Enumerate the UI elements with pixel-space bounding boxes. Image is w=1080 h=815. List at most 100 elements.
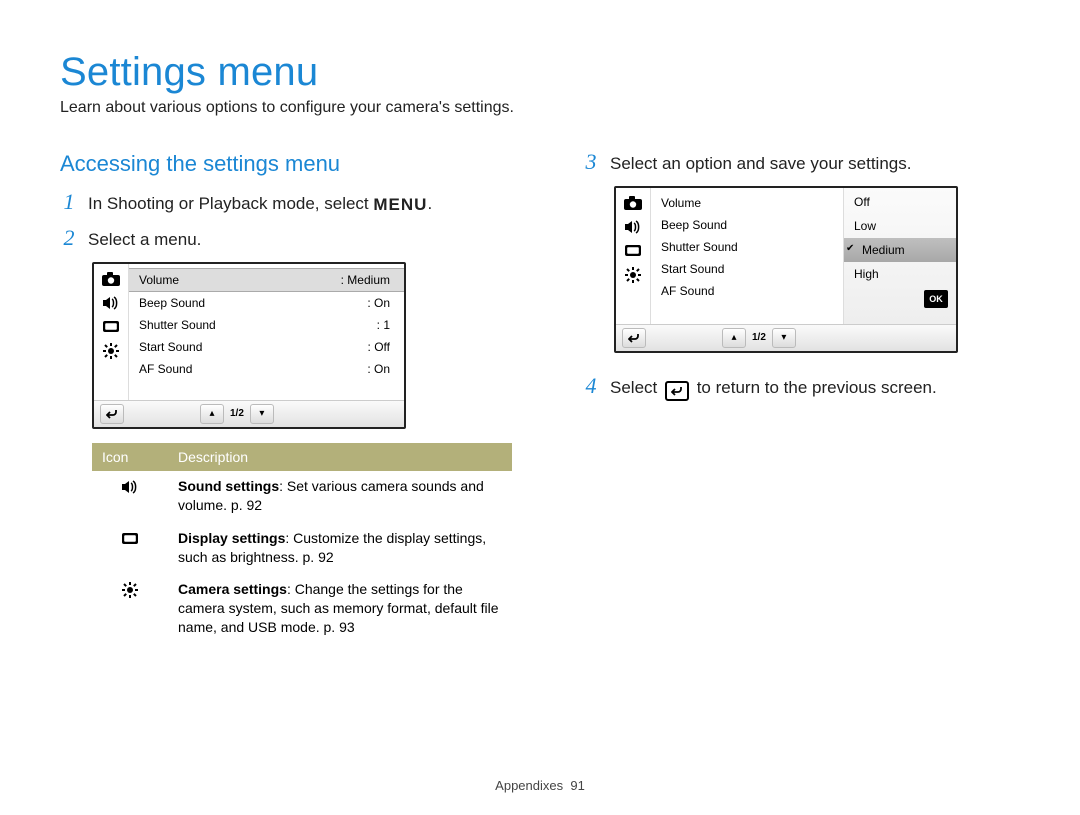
step-1: 1 In Shooting or Playback mode, select M… bbox=[60, 191, 512, 217]
page-indicator: 1/2 bbox=[230, 408, 244, 419]
screen-navbar: ▴ 1/2 ▾ bbox=[616, 324, 956, 351]
step-2: 2 Select a menu. bbox=[60, 227, 512, 252]
table-row: Sound settings: Set various camera sound… bbox=[92, 471, 512, 523]
list-row[interactable]: Shutter Sound : 1 bbox=[129, 314, 404, 336]
gear-icon bbox=[99, 340, 123, 362]
list-row[interactable]: Beep Sound bbox=[651, 214, 843, 236]
list-row[interactable]: Start Sound : Off bbox=[129, 336, 404, 358]
row-label: Start Sound bbox=[661, 262, 724, 276]
row-label: AF Sound bbox=[139, 362, 192, 376]
display-icon bbox=[621, 240, 645, 262]
cell-bold: Sound settings bbox=[178, 478, 279, 494]
list-row[interactable]: AF Sound : On bbox=[129, 358, 404, 380]
page-indicator: 1/2 bbox=[752, 332, 766, 343]
step-text-part: to return to the previous screen. bbox=[692, 378, 937, 397]
option-item-selected[interactable]: Medium bbox=[844, 238, 956, 262]
step-number: 4 bbox=[582, 375, 600, 397]
option-item[interactable]: High bbox=[844, 262, 956, 286]
step-number: 1 bbox=[60, 191, 78, 213]
screen-sidebar bbox=[616, 188, 651, 324]
step-text: Select a menu. bbox=[88, 227, 201, 252]
screen-navbar: ▴ 1/2 ▾ bbox=[94, 400, 404, 427]
row-label: Start Sound bbox=[139, 340, 202, 354]
option-item[interactable]: Off bbox=[844, 190, 956, 214]
table-row: Display settings: Customize the display … bbox=[92, 523, 512, 575]
step-number: 3 bbox=[582, 151, 600, 173]
speaker-icon bbox=[621, 216, 645, 238]
step-text-part: In Shooting or Playback mode, select bbox=[88, 194, 373, 213]
icon-description-table: Icon Description Sound settings: Set var… bbox=[92, 443, 512, 645]
back-button[interactable] bbox=[622, 328, 646, 348]
page-footer: Appendixes 91 bbox=[0, 778, 1080, 793]
list-row[interactable]: Beep Sound : On bbox=[129, 292, 404, 314]
camera-icon bbox=[621, 192, 645, 214]
row-value: : Medium bbox=[341, 273, 390, 287]
step-text-part: Select bbox=[610, 378, 662, 397]
footer-page: 91 bbox=[570, 778, 584, 793]
cell-bold: Camera settings bbox=[178, 581, 287, 597]
up-button[interactable]: ▴ bbox=[200, 404, 224, 424]
row-label: Volume bbox=[661, 196, 701, 210]
options-panel: Off Low Medium High OK bbox=[843, 188, 956, 324]
row-label: Volume bbox=[139, 273, 179, 287]
row-label: Shutter Sound bbox=[139, 318, 216, 332]
step-3: 3 Select an option and save your setting… bbox=[582, 151, 1025, 176]
list-row[interactable]: Volume bbox=[651, 192, 843, 214]
table-header-row: Icon Description bbox=[92, 443, 512, 471]
row-value: : 1 bbox=[377, 318, 390, 332]
row-value: : On bbox=[367, 362, 390, 376]
step-text-part: . bbox=[427, 194, 432, 213]
step-text: In Shooting or Playback mode, select MEN… bbox=[88, 191, 432, 217]
right-column: 3 Select an option and save your setting… bbox=[582, 141, 1025, 645]
list-row[interactable]: AF Sound bbox=[651, 280, 843, 302]
row-value: : Off bbox=[368, 340, 390, 354]
up-button[interactable]: ▴ bbox=[722, 328, 746, 348]
manual-page: Settings menu Learn about various option… bbox=[0, 0, 1080, 815]
table-header-description: Description bbox=[168, 443, 512, 471]
table-cell: Sound settings: Set various camera sound… bbox=[168, 471, 512, 523]
row-value: : On bbox=[367, 296, 390, 310]
step-number: 2 bbox=[60, 227, 78, 249]
settings-list: Volume Beep Sound Shutter Sound Start So… bbox=[651, 188, 843, 324]
list-row[interactable]: Start Sound bbox=[651, 258, 843, 280]
content-columns: Accessing the settings menu 1 In Shootin… bbox=[60, 141, 1025, 645]
camera-screen-2: Volume Beep Sound Shutter Sound Start So… bbox=[614, 186, 958, 353]
row-label: Beep Sound bbox=[139, 296, 205, 310]
table-header-icon: Icon bbox=[92, 443, 168, 471]
display-icon bbox=[119, 529, 141, 549]
footer-section: Appendixes bbox=[495, 778, 563, 793]
left-column: Accessing the settings menu 1 In Shootin… bbox=[60, 141, 512, 645]
list-row[interactable]: Volume : Medium bbox=[129, 268, 404, 292]
table-cell: Camera settings: Change the settings for… bbox=[168, 574, 512, 645]
camera-icon bbox=[99, 268, 123, 290]
table-cell: Display settings: Customize the display … bbox=[168, 523, 512, 575]
section-heading: Accessing the settings menu bbox=[60, 151, 512, 177]
back-arrow-icon bbox=[665, 381, 689, 401]
screen-body: Volume Beep Sound Shutter Sound Start So… bbox=[616, 188, 956, 324]
step-text: Select to return to the previous screen. bbox=[610, 375, 937, 401]
gear-icon bbox=[119, 580, 141, 600]
down-button[interactable]: ▾ bbox=[772, 328, 796, 348]
down-button[interactable]: ▾ bbox=[250, 404, 274, 424]
table-row: Camera settings: Change the settings for… bbox=[92, 574, 512, 645]
speaker-icon bbox=[99, 292, 123, 314]
list-row[interactable]: Shutter Sound bbox=[651, 236, 843, 258]
camera-screen-1: Volume : Medium Beep Sound : On Shutter So… bbox=[92, 262, 406, 429]
speaker-icon bbox=[119, 477, 141, 497]
row-label: AF Sound bbox=[661, 284, 714, 298]
ok-button[interactable]: OK bbox=[924, 290, 948, 308]
page-title: Settings menu bbox=[60, 50, 1025, 95]
display-icon bbox=[99, 316, 123, 338]
row-label: Beep Sound bbox=[661, 218, 727, 232]
screen-body: Volume : Medium Beep Sound : On Shutter So… bbox=[94, 264, 404, 400]
settings-list: Volume : Medium Beep Sound : On Shutter So… bbox=[129, 264, 404, 400]
step-text: Select an option and save your settings. bbox=[610, 151, 911, 176]
option-item[interactable]: Low bbox=[844, 214, 956, 238]
back-button[interactable] bbox=[100, 404, 124, 424]
gear-icon bbox=[621, 264, 645, 286]
menu-label-icon: MENU bbox=[373, 195, 427, 214]
row-label: Shutter Sound bbox=[661, 240, 738, 254]
step-4: 4 Select to return to the previous scree… bbox=[582, 375, 1025, 401]
cell-bold: Display settings bbox=[178, 530, 285, 546]
screen-sidebar bbox=[94, 264, 129, 400]
